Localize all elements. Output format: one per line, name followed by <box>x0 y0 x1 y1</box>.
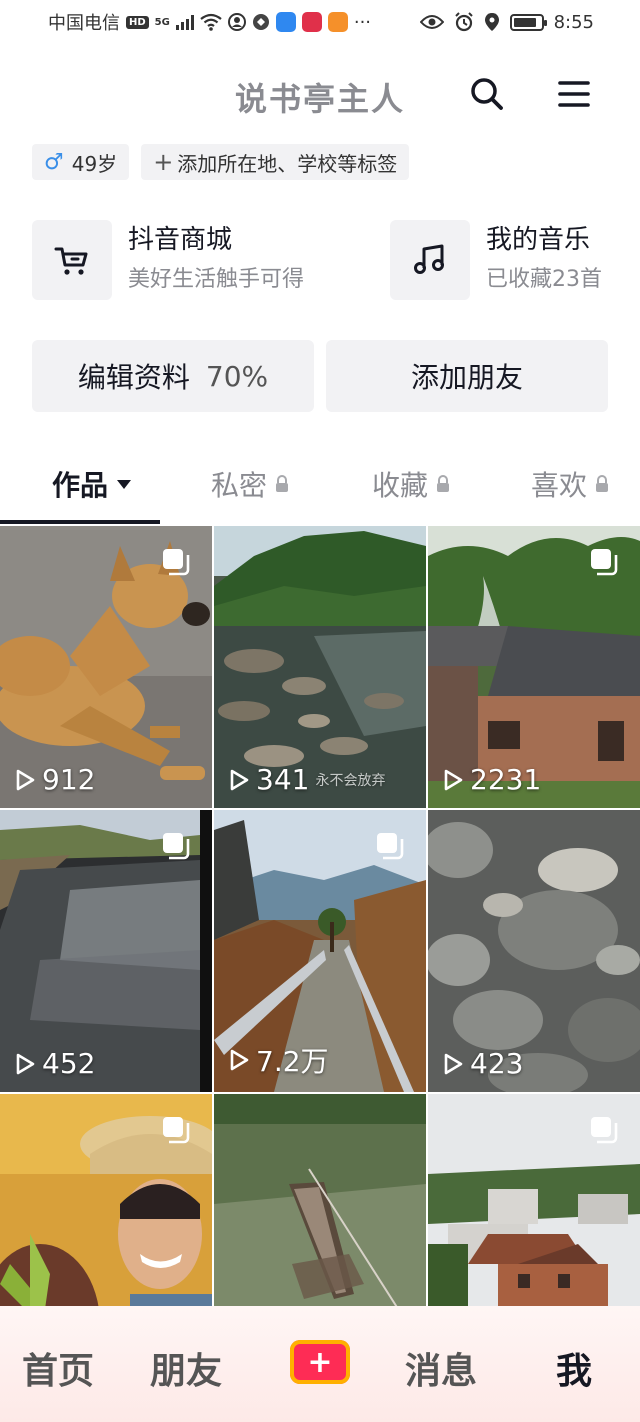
multi-image-icon <box>163 549 190 576</box>
view-count-label: 2231 <box>470 763 542 796</box>
battery-icon <box>509 13 547 31</box>
view-count-label: 912 <box>42 763 96 796</box>
multi-image-icon <box>591 549 618 576</box>
add-tag-button[interactable]: + 添加所在地、学校等标签 <box>141 144 410 180</box>
view-count-label: 452 <box>42 1047 96 1080</box>
multi-image-icon <box>163 1117 190 1144</box>
tab-likes-label: 喜欢 <box>531 469 588 502</box>
video-thumbnail-boulders[interactable]: 423 <box>428 810 640 1092</box>
plus-icon: + <box>307 1344 333 1380</box>
tab-favorites-label: 收藏 <box>372 469 429 502</box>
play-icon <box>444 769 463 790</box>
tab-favorites[interactable]: 收藏 <box>372 464 450 504</box>
network-label: 5G <box>154 16 170 28</box>
video-thumbnail-river-rocks[interactable]: 341 永不会放弃 <box>214 526 426 808</box>
edit-profile-button[interactable]: 编辑资料 70% <box>32 340 314 412</box>
plus-icon: + <box>153 148 174 176</box>
notification-icon <box>227 13 246 31</box>
bottom-nav: 首页 朋友 + 消息 我 <box>0 1306 640 1422</box>
content-tabs: 作品 私密 收藏 喜欢 <box>0 450 640 524</box>
tab-works[interactable]: 作品 <box>52 464 132 504</box>
age-label: 49岁 <box>71 151 118 176</box>
vpn-icon <box>252 14 269 30</box>
shortcut-music-tile <box>390 220 470 300</box>
caret-down-icon[interactable] <box>116 478 132 490</box>
profile-header: 说书亭主人 <box>0 52 640 142</box>
app-video-icon <box>327 12 348 32</box>
video-thumbnail-village-smoke[interactable]: 2231 <box>428 526 640 808</box>
shortcut-mall[interactable]: 抖音商城 美好生活触手可得 <box>32 220 304 300</box>
profile-tags: ♂ 49岁 + 添加所在地、学校等标签 <box>32 144 410 180</box>
lock-icon <box>437 475 450 492</box>
video-overlay-text: 永不会放弃 <box>315 772 386 789</box>
tab-private[interactable]: 私密 <box>211 464 289 504</box>
video-grid: 912 341 永不会放弃 2231 452 7.2万 423 <box>0 526 640 1376</box>
view-count: 7.2万 <box>226 1040 329 1080</box>
create-button[interactable]: + <box>290 1340 350 1384</box>
hd-badge: HD <box>126 15 149 29</box>
multi-image-icon <box>377 833 404 860</box>
status-bar: 中国电信 HD 5G ··· 8:55 <box>0 0 640 44</box>
lock-icon <box>276 475 289 492</box>
video-thumbnail-dog[interactable]: 912 <box>0 526 212 808</box>
wifi-icon <box>200 13 222 31</box>
nav-friends[interactable]: 朋友 <box>150 1342 222 1394</box>
view-count: 423 <box>440 1047 523 1080</box>
video-thumbnail-mountain-path[interactable]: 7.2万 <box>214 810 426 1092</box>
alarm-icon <box>454 12 473 32</box>
view-count: 912 <box>12 763 95 796</box>
more-notifications-label: ··· <box>353 11 372 33</box>
male-icon: ♂ <box>44 149 64 175</box>
menu-button[interactable] <box>554 74 594 114</box>
shortcut-mall-tile <box>32 220 112 300</box>
add-friend-button[interactable]: 添加朋友 <box>326 340 608 412</box>
lock-icon <box>596 475 609 492</box>
location-icon <box>484 13 499 31</box>
page-title: 说书亭主人 <box>234 80 405 118</box>
clock-label: 8:55 <box>553 11 594 33</box>
mall-subtitle: 美好生活触手可得 <box>128 267 305 292</box>
multi-image-icon <box>163 833 190 860</box>
add-friend-label: 添加朋友 <box>410 361 523 394</box>
nav-me[interactable]: 我 <box>556 1342 592 1394</box>
play-icon <box>16 1053 35 1074</box>
battery-level <box>513 17 536 27</box>
mall-title: 抖音商城 <box>128 225 233 255</box>
cart-icon <box>54 247 88 275</box>
nav-home[interactable]: 首页 <box>22 1342 94 1394</box>
tab-likes[interactable]: 喜欢 <box>531 464 609 504</box>
eye-icon <box>419 15 444 29</box>
view-count: 341 永不会放弃 <box>226 763 385 796</box>
view-count: 2231 <box>440 763 541 796</box>
view-count-label: 341 <box>256 763 310 796</box>
gender-age-tag[interactable]: ♂ 49岁 <box>32 144 130 180</box>
music-subtitle: 已收藏23首 <box>486 267 602 292</box>
tab-private-label: 私密 <box>211 469 268 502</box>
play-icon <box>230 769 249 790</box>
music-note-icon <box>414 244 444 274</box>
shortcut-music[interactable]: 我的音乐 已收藏23首 <box>390 220 602 300</box>
tab-works-label: 作品 <box>52 469 109 502</box>
app-reader-icon <box>301 12 322 32</box>
signal-icon <box>175 14 194 30</box>
edit-profile-label: 编辑资料 <box>77 361 190 394</box>
app-cloud-icon <box>275 12 296 32</box>
view-count-label: 7.2万 <box>256 1045 329 1078</box>
play-icon <box>444 1053 463 1074</box>
multi-image-icon <box>591 1117 618 1144</box>
video-thumbnail-river-shimmer[interactable]: 452 <box>0 810 212 1092</box>
nav-messages[interactable]: 消息 <box>405 1342 477 1394</box>
play-icon <box>16 769 35 790</box>
search-icon <box>471 78 503 110</box>
music-title: 我的音乐 <box>486 225 591 255</box>
active-tab-indicator <box>0 520 160 524</box>
profile-completion: 70% <box>205 359 269 393</box>
play-icon <box>230 1049 249 1071</box>
carrier-label: 中国电信 <box>48 13 120 34</box>
menu-icon <box>558 81 590 107</box>
view-count-label: 423 <box>470 1047 524 1080</box>
add-tag-label: 添加所在地、学校等标签 <box>177 151 398 176</box>
search-button[interactable] <box>467 74 507 114</box>
view-count: 452 <box>12 1047 95 1080</box>
